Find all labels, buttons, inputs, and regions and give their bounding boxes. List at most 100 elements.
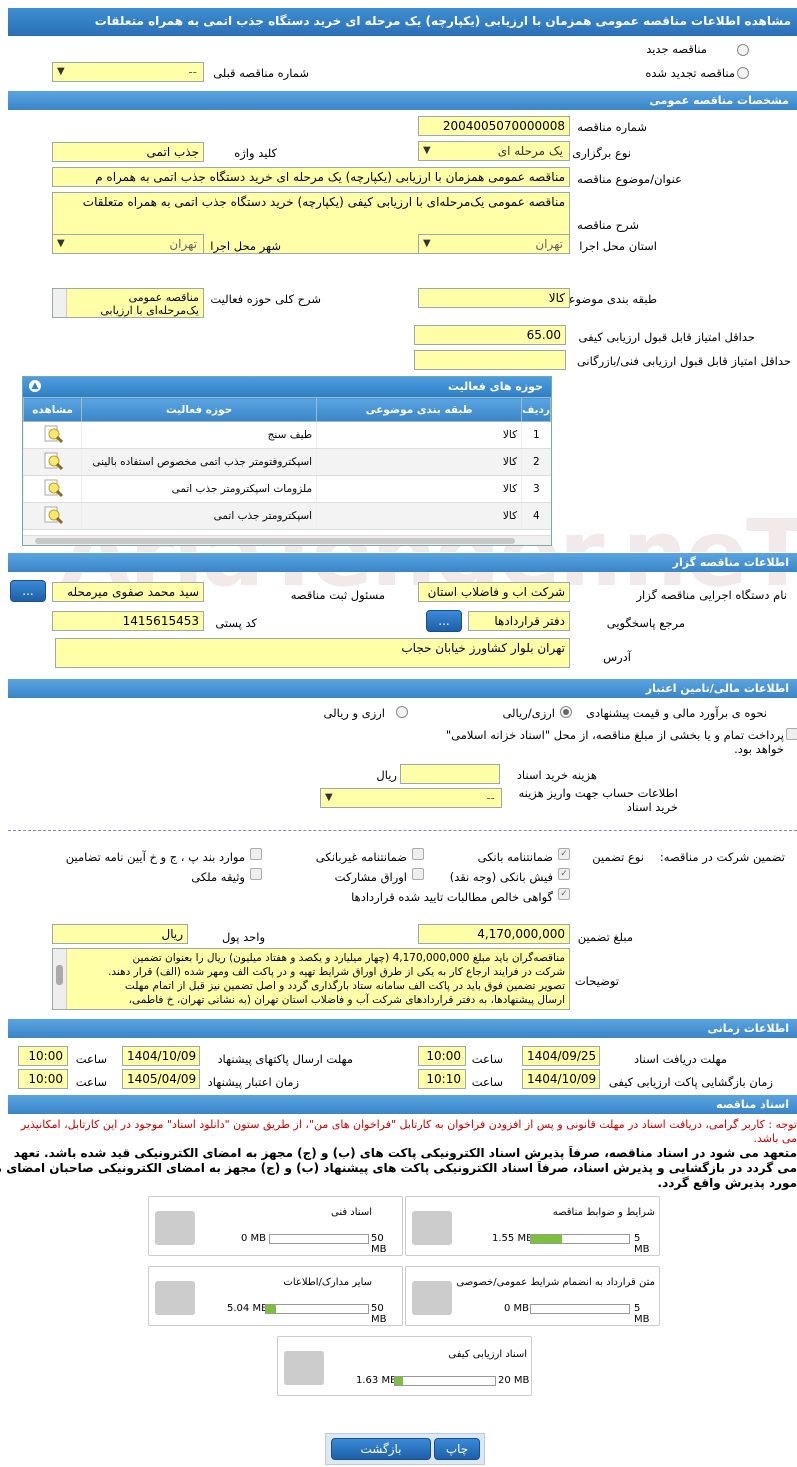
province-select[interactable]: ▼ تهران bbox=[418, 234, 570, 254]
cb-bank-guarantee[interactable]: ✓ bbox=[558, 848, 570, 860]
progress-bar bbox=[530, 1304, 630, 1314]
col-field: حوزه فعالیت bbox=[81, 397, 318, 422]
print-button[interactable]: چاپ bbox=[434, 1438, 480, 1460]
address-field[interactable]: تهران بلوار کشاورز خیابان حجاب bbox=[55, 638, 570, 668]
activities-table: ردیف طبقه بندی موضوعی حوزه فعالیت مشاهده… bbox=[22, 397, 551, 530]
type-select[interactable]: ▼ یک مرحله ای bbox=[418, 141, 570, 161]
table-row: 1 کالا طیف سنج bbox=[22, 421, 551, 449]
chevron-down-icon: ▼ bbox=[423, 145, 431, 156]
page-title: مشاهده اطلاعات مناقصه عمومی همزمان با ار… bbox=[8, 8, 797, 36]
postal-field[interactable]: 1415615453 bbox=[52, 611, 204, 631]
cb-non-bank[interactable] bbox=[412, 848, 424, 860]
ref-label: مرجع پاسخگویی bbox=[606, 616, 685, 630]
view-icon[interactable] bbox=[42, 451, 64, 471]
validity-time[interactable]: 10:00 bbox=[18, 1069, 68, 1089]
cb-property[interactable] bbox=[250, 868, 262, 880]
treasury-checkbox[interactable] bbox=[786, 728, 797, 740]
org-field[interactable]: شرکت اب و فاضلاب استان bbox=[418, 582, 570, 602]
progress-bar bbox=[530, 1234, 630, 1244]
col-row: ردیف bbox=[521, 397, 551, 422]
resp-field[interactable]: سید محمد صفوی میرمحله bbox=[52, 582, 204, 602]
hour-label: ساعت bbox=[471, 1052, 503, 1066]
view-icon[interactable] bbox=[42, 505, 64, 525]
address-label: آدرس bbox=[603, 650, 631, 664]
resp-label: مسئول ثبت مناقصه bbox=[290, 588, 385, 602]
category-field[interactable]: کالا bbox=[418, 288, 570, 308]
city-label: شهر محل اجرا bbox=[210, 239, 281, 253]
cb-bonds[interactable] bbox=[412, 868, 424, 880]
bonds-label: اوراق مشارکت bbox=[334, 870, 407, 884]
file-box[interactable]: شرایط و ضوابط مناقصه 1.55 MB 5 MB bbox=[405, 1196, 660, 1256]
progress-bar bbox=[269, 1234, 369, 1244]
file-box[interactable]: متن قرارداد به انضمام شرایط عمومی/خصوصی … bbox=[405, 1266, 660, 1326]
radio-rial-currency[interactable] bbox=[560, 706, 572, 718]
progress-bar bbox=[265, 1304, 369, 1314]
section-documents: اسناد مناقصه bbox=[8, 1094, 797, 1114]
table-row: 4 کالا اسپکترومتر جذب اتمی bbox=[22, 502, 551, 530]
cb-bank-receipt[interactable]: ✓ bbox=[558, 868, 570, 880]
folder-icon bbox=[412, 1211, 452, 1245]
section-general: مشخصات مناقصه عمومی bbox=[8, 90, 797, 110]
claims-label: گواهی خالص مطالبات تایید شده قراردادها bbox=[351, 890, 553, 904]
radio-renew[interactable] bbox=[737, 67, 749, 79]
send-deadline-date[interactable]: 1404/10/09 bbox=[122, 1046, 200, 1066]
doc-fee-unit: ریال bbox=[376, 768, 397, 782]
prev-number-label: شماره مناقصه قبلی bbox=[213, 66, 309, 80]
radio-new-label: مناقصه جدید bbox=[646, 42, 707, 56]
file-box[interactable]: اسناد فنی 0 MB 50 MB bbox=[148, 1196, 403, 1256]
city-select[interactable]: ▼ تهران bbox=[52, 234, 204, 254]
scrollbar[interactable] bbox=[53, 949, 67, 1009]
min-quality-field[interactable]: 65.00 bbox=[414, 325, 566, 345]
folder-icon bbox=[412, 1281, 452, 1315]
amount-field[interactable]: 4,170,000,000 bbox=[418, 924, 570, 944]
view-icon[interactable] bbox=[42, 424, 64, 444]
doc-fee-label: هزینه خرید اسناد bbox=[516, 768, 597, 782]
notes-label: توضیحات bbox=[574, 974, 619, 988]
validity-date[interactable]: 1405/04/09 bbox=[122, 1069, 200, 1089]
min-tech-field[interactable] bbox=[414, 350, 566, 370]
bank-guarantee-label: ضمانتنامه بانکی bbox=[477, 850, 553, 864]
radio-currency-rial[interactable] bbox=[396, 706, 408, 718]
estimate-label: نحوه ی برآورد مالی و قیمت پیشنهادی bbox=[585, 706, 767, 720]
subject-label: عنوان/موضوع مناقصه bbox=[577, 172, 682, 186]
commit-line-3: مورد پذیرش واقع گردد. bbox=[657, 1176, 797, 1190]
resp-lookup-button[interactable]: ... bbox=[10, 580, 46, 602]
file-box[interactable]: اسناد ارزیابی کیفی 1.63 MB 20 MB bbox=[277, 1336, 532, 1396]
documents-notice: توجه : کاربر گرامی، دریافت اسناد در مهلت… bbox=[20, 1118, 797, 1145]
cb-claims[interactable]: ✓ bbox=[558, 888, 570, 900]
keyword-field[interactable]: جذب اتمی bbox=[52, 142, 204, 162]
file-box[interactable]: سایر مدارک/اطلاعات 5.04 MB 50 MB bbox=[148, 1266, 403, 1326]
collapse-icon[interactable]: ▲ bbox=[29, 380, 41, 392]
view-icon[interactable] bbox=[42, 478, 64, 498]
keyword-label: کلید واژه bbox=[234, 146, 277, 160]
send-deadline-time[interactable]: 10:00 bbox=[18, 1046, 68, 1066]
back-button[interactable]: بازگشت bbox=[331, 1438, 431, 1460]
scope-field[interactable]: مناقصه عمومی یک‌مرحله‌ای با ارزیابی bbox=[52, 288, 204, 318]
account-select[interactable]: ▼ -- bbox=[320, 788, 502, 808]
min-quality-label: حداقل امتیاز قابل قبول ارزیابی کیفی bbox=[578, 330, 756, 344]
subject-field[interactable]: مناقصه عمومی همزمان با ارزیابی (یکپارچه)… bbox=[52, 167, 570, 187]
ref-field[interactable]: دفتر قراردادها bbox=[468, 611, 570, 631]
table-row: 2 کالا اسپکتروفتومتر جذب اتمی مخصوص استفاد… bbox=[22, 448, 551, 476]
scrollbar-thumb[interactable] bbox=[56, 965, 63, 985]
ref-lookup-button[interactable]: ... bbox=[426, 610, 462, 632]
chevron-down-icon: ▼ bbox=[325, 792, 333, 803]
number-field[interactable]: 2004005070000008 bbox=[418, 116, 570, 136]
cb-clauses[interactable] bbox=[250, 848, 262, 860]
open-time[interactable]: 10:10 bbox=[418, 1069, 466, 1089]
doc-deadline-date[interactable]: 1404/09/25 bbox=[522, 1046, 600, 1066]
currency-field[interactable]: ریال bbox=[52, 924, 188, 944]
scrollbar-thumb[interactable] bbox=[35, 538, 515, 544]
notes-field[interactable]: مناقصه‌گران باید مبلغ 4,170,000,000 (چها… bbox=[52, 948, 570, 1010]
section-organizer: اطلاعات مناقصه گزار bbox=[8, 552, 797, 572]
horizontal-scrollbar[interactable] bbox=[23, 535, 551, 545]
chevron-down-icon: ▼ bbox=[57, 238, 65, 249]
prev-number-select[interactable]: ▼ -- bbox=[52, 62, 204, 82]
validity-label: زمان اعتبار پیشنهاد bbox=[207, 1075, 299, 1089]
scrollbar[interactable] bbox=[53, 289, 67, 317]
radio-new[interactable] bbox=[737, 44, 749, 56]
open-date[interactable]: 1404/10/09 bbox=[522, 1069, 600, 1089]
doc-fee-field[interactable] bbox=[400, 764, 500, 784]
amount-label: مبلغ تضمین bbox=[577, 930, 633, 944]
doc-deadline-time[interactable]: 10:00 bbox=[418, 1046, 466, 1066]
